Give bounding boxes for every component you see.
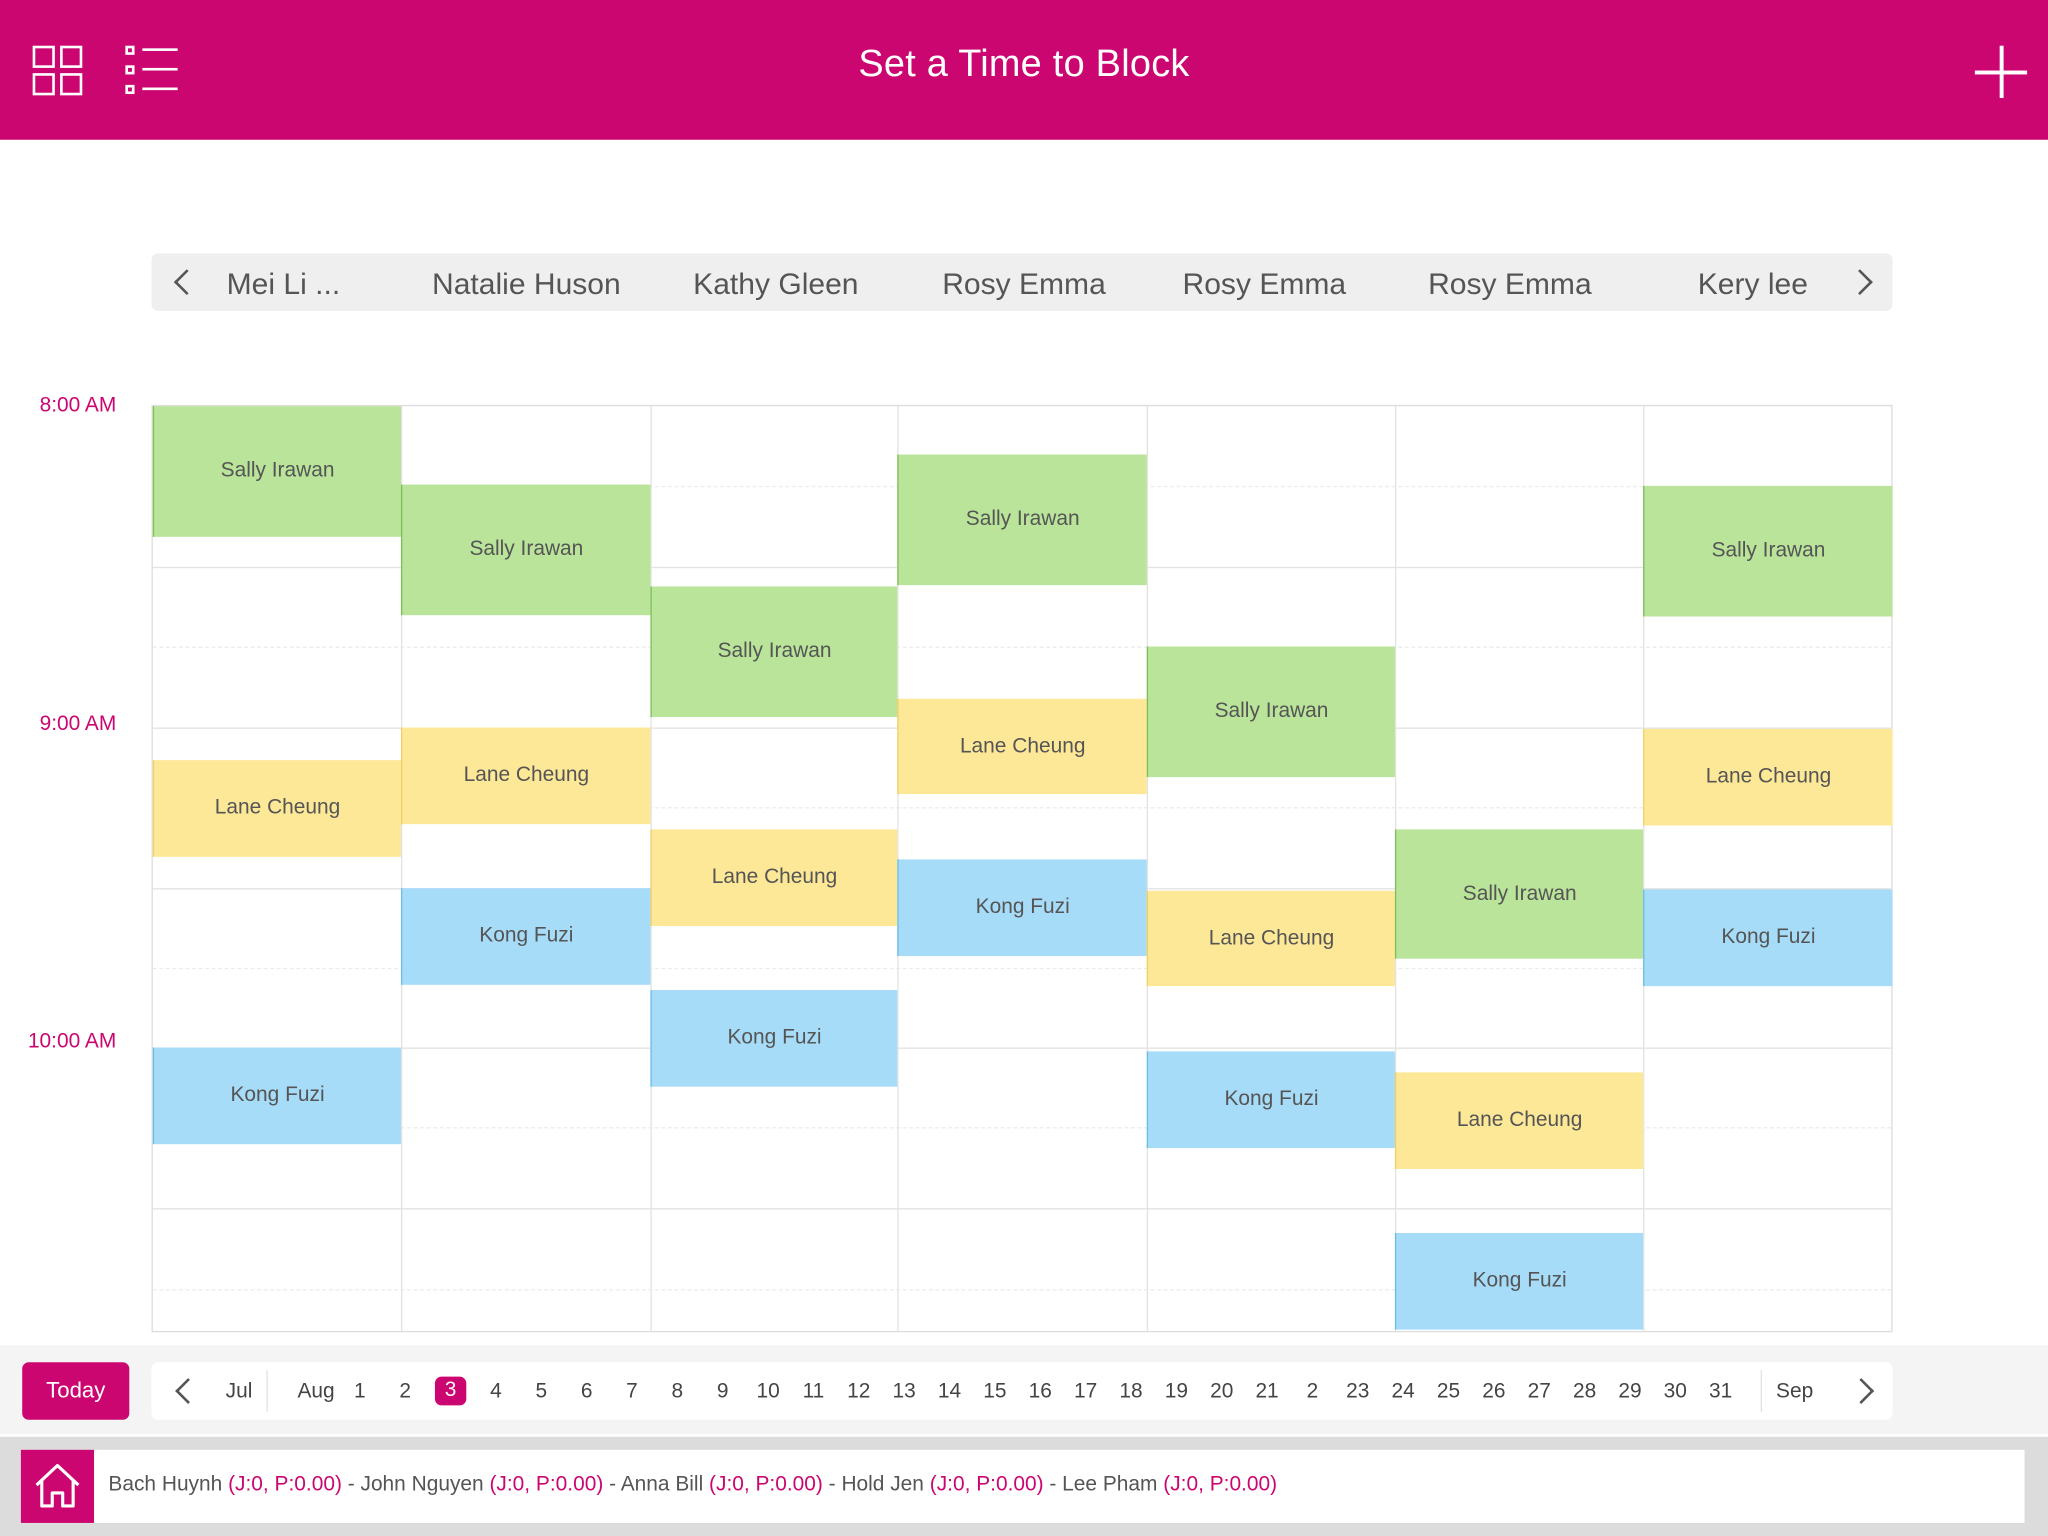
staff-summary-name: John Nguyen — [360, 1473, 484, 1496]
appointment-block[interactable]: Sally Irawan — [1394, 829, 1644, 959]
time-label-9am: 9:00 AM — [39, 713, 117, 736]
day-item[interactable]: 21 — [1255, 1381, 1278, 1405]
staff-summary-name: Lee Pham — [1062, 1473, 1158, 1496]
staff-summary-name: Hold Jen — [841, 1473, 924, 1496]
day-item[interactable]: 30 — [1664, 1381, 1687, 1405]
day-item[interactable]: 13 — [893, 1381, 916, 1405]
appointment-block[interactable]: Sally Irawan — [1146, 646, 1395, 778]
day-item[interactable]: 15 — [983, 1381, 1006, 1405]
appointment-block[interactable]: Sally Irawan — [1643, 485, 1893, 617]
month-next[interactable]: Sep — [1776, 1381, 1813, 1405]
summary-separator: - — [341, 1473, 361, 1496]
day-item[interactable]: 24 — [1392, 1381, 1415, 1405]
home-icon[interactable] — [20, 1449, 95, 1523]
today-button[interactable]: Today — [22, 1362, 130, 1420]
appointment-block[interactable]: Sally Irawan — [897, 454, 1147, 586]
day-item[interactable]: 25 — [1437, 1381, 1460, 1405]
staff-selector: Mei Li ... Natalie Huson Kathy Gleen Rosy E… — [151, 253, 1893, 311]
staff-column-header[interactable]: Rosy Emma — [1428, 266, 1592, 301]
plus-icon[interactable] — [1974, 45, 2028, 98]
summary-separator: - — [603, 1473, 621, 1496]
day-item[interactable]: 8 — [672, 1381, 684, 1405]
appointment-block[interactable]: Kong Fuzi — [1146, 1051, 1395, 1149]
appointment-block[interactable]: Lane Cheung — [1394, 1072, 1644, 1169]
day-item[interactable]: 9 — [717, 1381, 729, 1405]
summary-separator: - — [1043, 1473, 1063, 1496]
day-item[interactable]: 26 — [1482, 1381, 1505, 1405]
appointment-block[interactable]: Kong Fuzi — [897, 859, 1147, 957]
day-item[interactable]: 16 — [1029, 1381, 1052, 1405]
day-item[interactable]: 6 — [581, 1381, 593, 1405]
staff-summary-text: Bach Huynh (J:0, P:0.00) - John Nguyen (… — [108, 1473, 1277, 1497]
day-item[interactable]: 19 — [1165, 1381, 1188, 1405]
day-item[interactable]: 20 — [1210, 1381, 1233, 1405]
page-title: Set a Time to Block — [858, 43, 1190, 85]
staff-summary-name: Bach Huynh — [108, 1473, 223, 1496]
appointment-block[interactable]: Sally Irawan — [152, 406, 401, 537]
day-item[interactable]: 14 — [938, 1381, 961, 1405]
appointment-block[interactable]: Lane Cheung — [650, 829, 898, 927]
staff-column-header[interactable]: Mei Li ... — [227, 266, 341, 301]
appointment-block[interactable]: Kong Fuzi — [152, 1047, 401, 1145]
staff-summary-name: Anna Bill — [620, 1473, 704, 1496]
month-current: Aug — [297, 1380, 335, 1403]
appointment-block[interactable]: Lane Cheung — [400, 727, 651, 825]
appointment-block[interactable]: Lane Cheung — [1146, 890, 1395, 987]
day-item[interactable]: 28 — [1573, 1381, 1596, 1405]
staff-column-header[interactable]: Rosy Emma — [942, 266, 1106, 301]
staff-summary-stats: (J:0, P:0.00) — [929, 1473, 1044, 1496]
day-item[interactable]: 2 — [399, 1381, 411, 1405]
staff-prev-icon[interactable] — [173, 269, 200, 296]
day-item[interactable]: 23 — [1346, 1381, 1369, 1405]
day-item[interactable]: 7 — [626, 1381, 638, 1405]
staff-column-header[interactable]: Kathy Gleen — [693, 266, 858, 301]
appointment-block[interactable]: Kong Fuzi — [400, 888, 651, 985]
time-label-8am: 8:00 AM — [39, 394, 117, 417]
schedule-grid: Sally Irawan Lane Cheung Kong Fuzi Sally Ir… — [151, 404, 1893, 1333]
appointment-block[interactable]: Lane Cheung — [1643, 728, 1893, 826]
day-item[interactable]: 11 — [803, 1381, 825, 1405]
staff-next-icon[interactable] — [1846, 269, 1873, 296]
staff-column-header[interactable]: Kery lee — [1698, 266, 1808, 301]
appointment-block[interactable]: Kong Fuzi — [1394, 1232, 1644, 1330]
staff-column-header[interactable]: Natalie Huson — [432, 266, 621, 301]
day-item[interactable]: 17 — [1074, 1381, 1097, 1405]
staff-column-header[interactable]: Rosy Emma — [1183, 266, 1347, 301]
day-item[interactable]: 4 — [490, 1381, 502, 1405]
summary-separator: - — [822, 1473, 842, 1496]
staff-summary-stats: (J:0, P:0.00) — [489, 1473, 604, 1496]
staff-summary-bar: Bach Huynh (J:0, P:0.00) - John Nguyen (… — [20, 1449, 2025, 1523]
month-prev[interactable]: Jul — [226, 1381, 253, 1405]
appointment-block[interactable]: Sally Irawan — [400, 484, 651, 616]
appointment-block[interactable]: Kong Fuzi — [650, 990, 898, 1087]
appointment-block[interactable]: Lane Cheung — [152, 760, 401, 857]
day-item[interactable]: 2 — [1307, 1381, 1319, 1405]
appointment-block[interactable]: Lane Cheung — [897, 698, 1147, 795]
appointment-block[interactable]: Kong Fuzi — [1643, 889, 1893, 987]
day-item[interactable]: 12 — [847, 1381, 870, 1405]
date-next-icon[interactable] — [1848, 1378, 1875, 1404]
day-item[interactable]: 1 — [354, 1381, 366, 1405]
appointment-block[interactable]: Sally Irawan — [650, 586, 898, 718]
day-item[interactable]: 5 — [535, 1381, 547, 1405]
date-strip: Jul Aug Sep 1 2 3 4 5 6 7 8 9 10 11 12 13 14 15 16 17 18 1… — [151, 1362, 1893, 1420]
time-label-10am: 10:00 AM — [27, 1030, 117, 1053]
day-item[interactable]: 18 — [1119, 1381, 1142, 1405]
day-item[interactable]: 27 — [1528, 1381, 1551, 1405]
selected-day[interactable]: 3 — [434, 1376, 467, 1406]
staff-summary-stats: (J:0, P:0.00) — [228, 1473, 342, 1496]
day-item[interactable]: 10 — [756, 1381, 779, 1405]
day-item[interactable]: 29 — [1618, 1381, 1641, 1405]
staff-summary-stats: (J:0, P:0.00) — [709, 1473, 823, 1496]
day-item[interactable]: 31 — [1709, 1381, 1732, 1405]
date-prev-icon[interactable] — [175, 1378, 202, 1404]
staff-summary-stats: (J:0, P:0.00) — [1163, 1473, 1278, 1496]
app-header: Set a Time to Block — [0, 0, 2048, 140]
